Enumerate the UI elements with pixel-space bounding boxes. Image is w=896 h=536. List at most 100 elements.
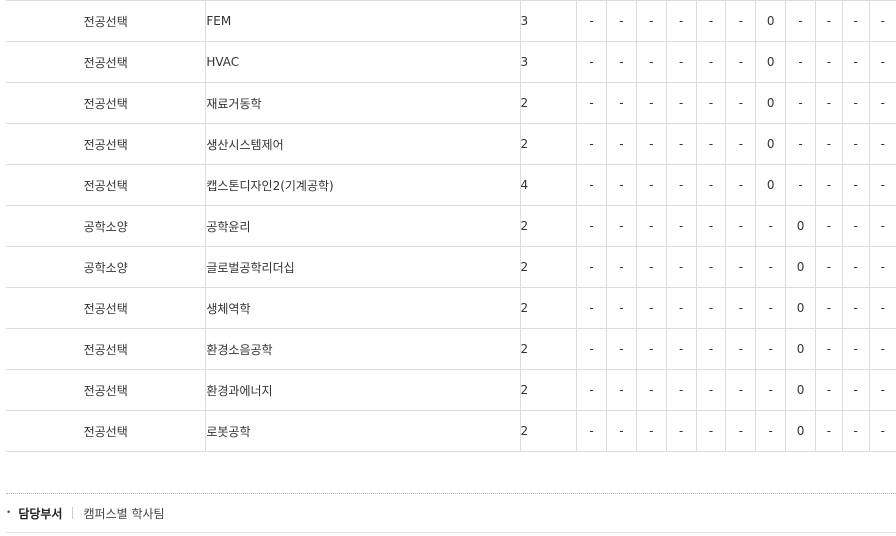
course-type: 전공선택	[6, 287, 207, 329]
term-cell: -	[576, 123, 607, 165]
term-cell: -	[666, 369, 697, 411]
course-credit: 2	[520, 369, 578, 411]
term-cell: -	[815, 246, 843, 288]
term-cell: -	[666, 205, 697, 247]
course-credit: 2	[520, 287, 578, 329]
course-name: 환경소음공학	[205, 328, 521, 370]
course-name: 로봇공학	[205, 410, 521, 452]
term-cell: -	[576, 369, 607, 411]
term-cell: -	[725, 0, 757, 42]
section-divider	[6, 493, 896, 494]
term-cell: 0	[755, 164, 787, 206]
term-cell: -	[696, 82, 727, 124]
term-cell: -	[696, 369, 727, 411]
term-cell: -	[606, 205, 637, 247]
term-cell: -	[666, 0, 697, 42]
term-cell: -	[576, 82, 607, 124]
term-cell: -	[606, 246, 637, 288]
term-cell: -	[755, 410, 787, 452]
course-type: 전공선택	[6, 82, 207, 124]
term-cell: -	[869, 41, 896, 83]
term-cell: -	[576, 287, 607, 329]
course-name: 공학윤리	[205, 205, 521, 247]
course-credit: 2	[520, 410, 578, 452]
term-cell: -	[606, 0, 637, 42]
term-cell: -	[842, 123, 870, 165]
table-row: 전공선택 환경소음공학 2- - - - - - -0- - -	[6, 328, 896, 370]
term-cell: -	[666, 123, 697, 165]
term-cell: -	[842, 287, 870, 329]
term-cell: -	[636, 82, 667, 124]
term-cell: 0	[785, 287, 817, 329]
term-cell: 0	[755, 123, 787, 165]
term-cell: 0	[785, 369, 817, 411]
term-cell: -	[696, 123, 727, 165]
term-cell: -	[755, 328, 787, 370]
course-type: 전공선택	[6, 369, 207, 411]
course-type: 전공선택	[6, 328, 207, 370]
bullet-icon: •	[6, 508, 12, 518]
course-type: 전공선택	[6, 123, 207, 165]
course-credit: 2	[520, 246, 578, 288]
term-cell: -	[576, 328, 607, 370]
term-cell: -	[869, 246, 896, 288]
term-cell: -	[666, 246, 697, 288]
term-cell: -	[606, 41, 637, 83]
term-cell: -	[815, 328, 843, 370]
term-cell: -	[785, 123, 817, 165]
course-name: FEM	[205, 0, 521, 42]
term-cell: -	[842, 328, 870, 370]
table-row: 전공선택 캡스톤디자인2(기계공학) 4- - - - - -0- - - -	[6, 164, 896, 206]
course-credit: 2	[520, 82, 578, 124]
term-cell: -	[666, 410, 697, 452]
term-cell: -	[785, 0, 817, 42]
term-cell: -	[576, 164, 607, 206]
course-name: 캡스톤디자인2(기계공학)	[205, 164, 521, 206]
term-cell: -	[725, 287, 757, 329]
course-credit: 3	[520, 41, 578, 83]
table-row: 전공선택 환경과에너지 2- - - - - - -0- - -	[6, 369, 896, 411]
course-name: 생산시스템제어	[205, 123, 521, 165]
term-cell: -	[815, 205, 843, 247]
curriculum-table: 전공선택 FEM 3- - - - - -0- - - - 전공선택 HVAC 3- - - - - -0- - - - 전…	[6, 0, 896, 452]
term-cell: -	[755, 369, 787, 411]
term-cell: 0	[785, 328, 817, 370]
term-cell: -	[666, 287, 697, 329]
term-cell: -	[725, 369, 757, 411]
term-cell: -	[636, 410, 667, 452]
term-cell: -	[636, 246, 667, 288]
department-label: 담당부서	[18, 506, 63, 521]
term-cell: -	[666, 41, 697, 83]
term-cell: -	[606, 164, 637, 206]
term-cell: -	[666, 82, 697, 124]
term-cell: -	[842, 41, 870, 83]
course-name: 생체역학	[205, 287, 521, 329]
term-cell: -	[842, 205, 870, 247]
course-credit: 2	[520, 328, 578, 370]
term-cell: -	[869, 82, 896, 124]
term-cell: -	[842, 82, 870, 124]
course-name: HVAC	[205, 41, 521, 83]
department-info: • 담당부서 캠퍼스별 학사팀	[6, 503, 165, 523]
term-cell: -	[696, 246, 727, 288]
course-type: 전공선택	[6, 164, 207, 206]
term-cell: -	[869, 287, 896, 329]
term-cell: -	[755, 246, 787, 288]
table-row: 전공선택 생산시스템제어 2- - - - - -0- - - -	[6, 123, 896, 165]
term-cell: -	[636, 41, 667, 83]
term-cell: -	[576, 41, 607, 83]
term-cell: -	[869, 369, 896, 411]
term-cell: -	[725, 246, 757, 288]
term-cell: -	[815, 41, 843, 83]
term-cell: -	[636, 328, 667, 370]
term-cell: -	[842, 164, 870, 206]
bottom-divider	[6, 532, 896, 533]
term-cell: 0	[755, 41, 787, 83]
term-cell: -	[636, 164, 667, 206]
term-cell: -	[696, 328, 727, 370]
term-cell: 0	[785, 205, 817, 247]
course-credit: 2	[520, 123, 578, 165]
term-cell: 0	[755, 82, 787, 124]
term-cell: -	[666, 328, 697, 370]
term-cell: -	[725, 164, 757, 206]
